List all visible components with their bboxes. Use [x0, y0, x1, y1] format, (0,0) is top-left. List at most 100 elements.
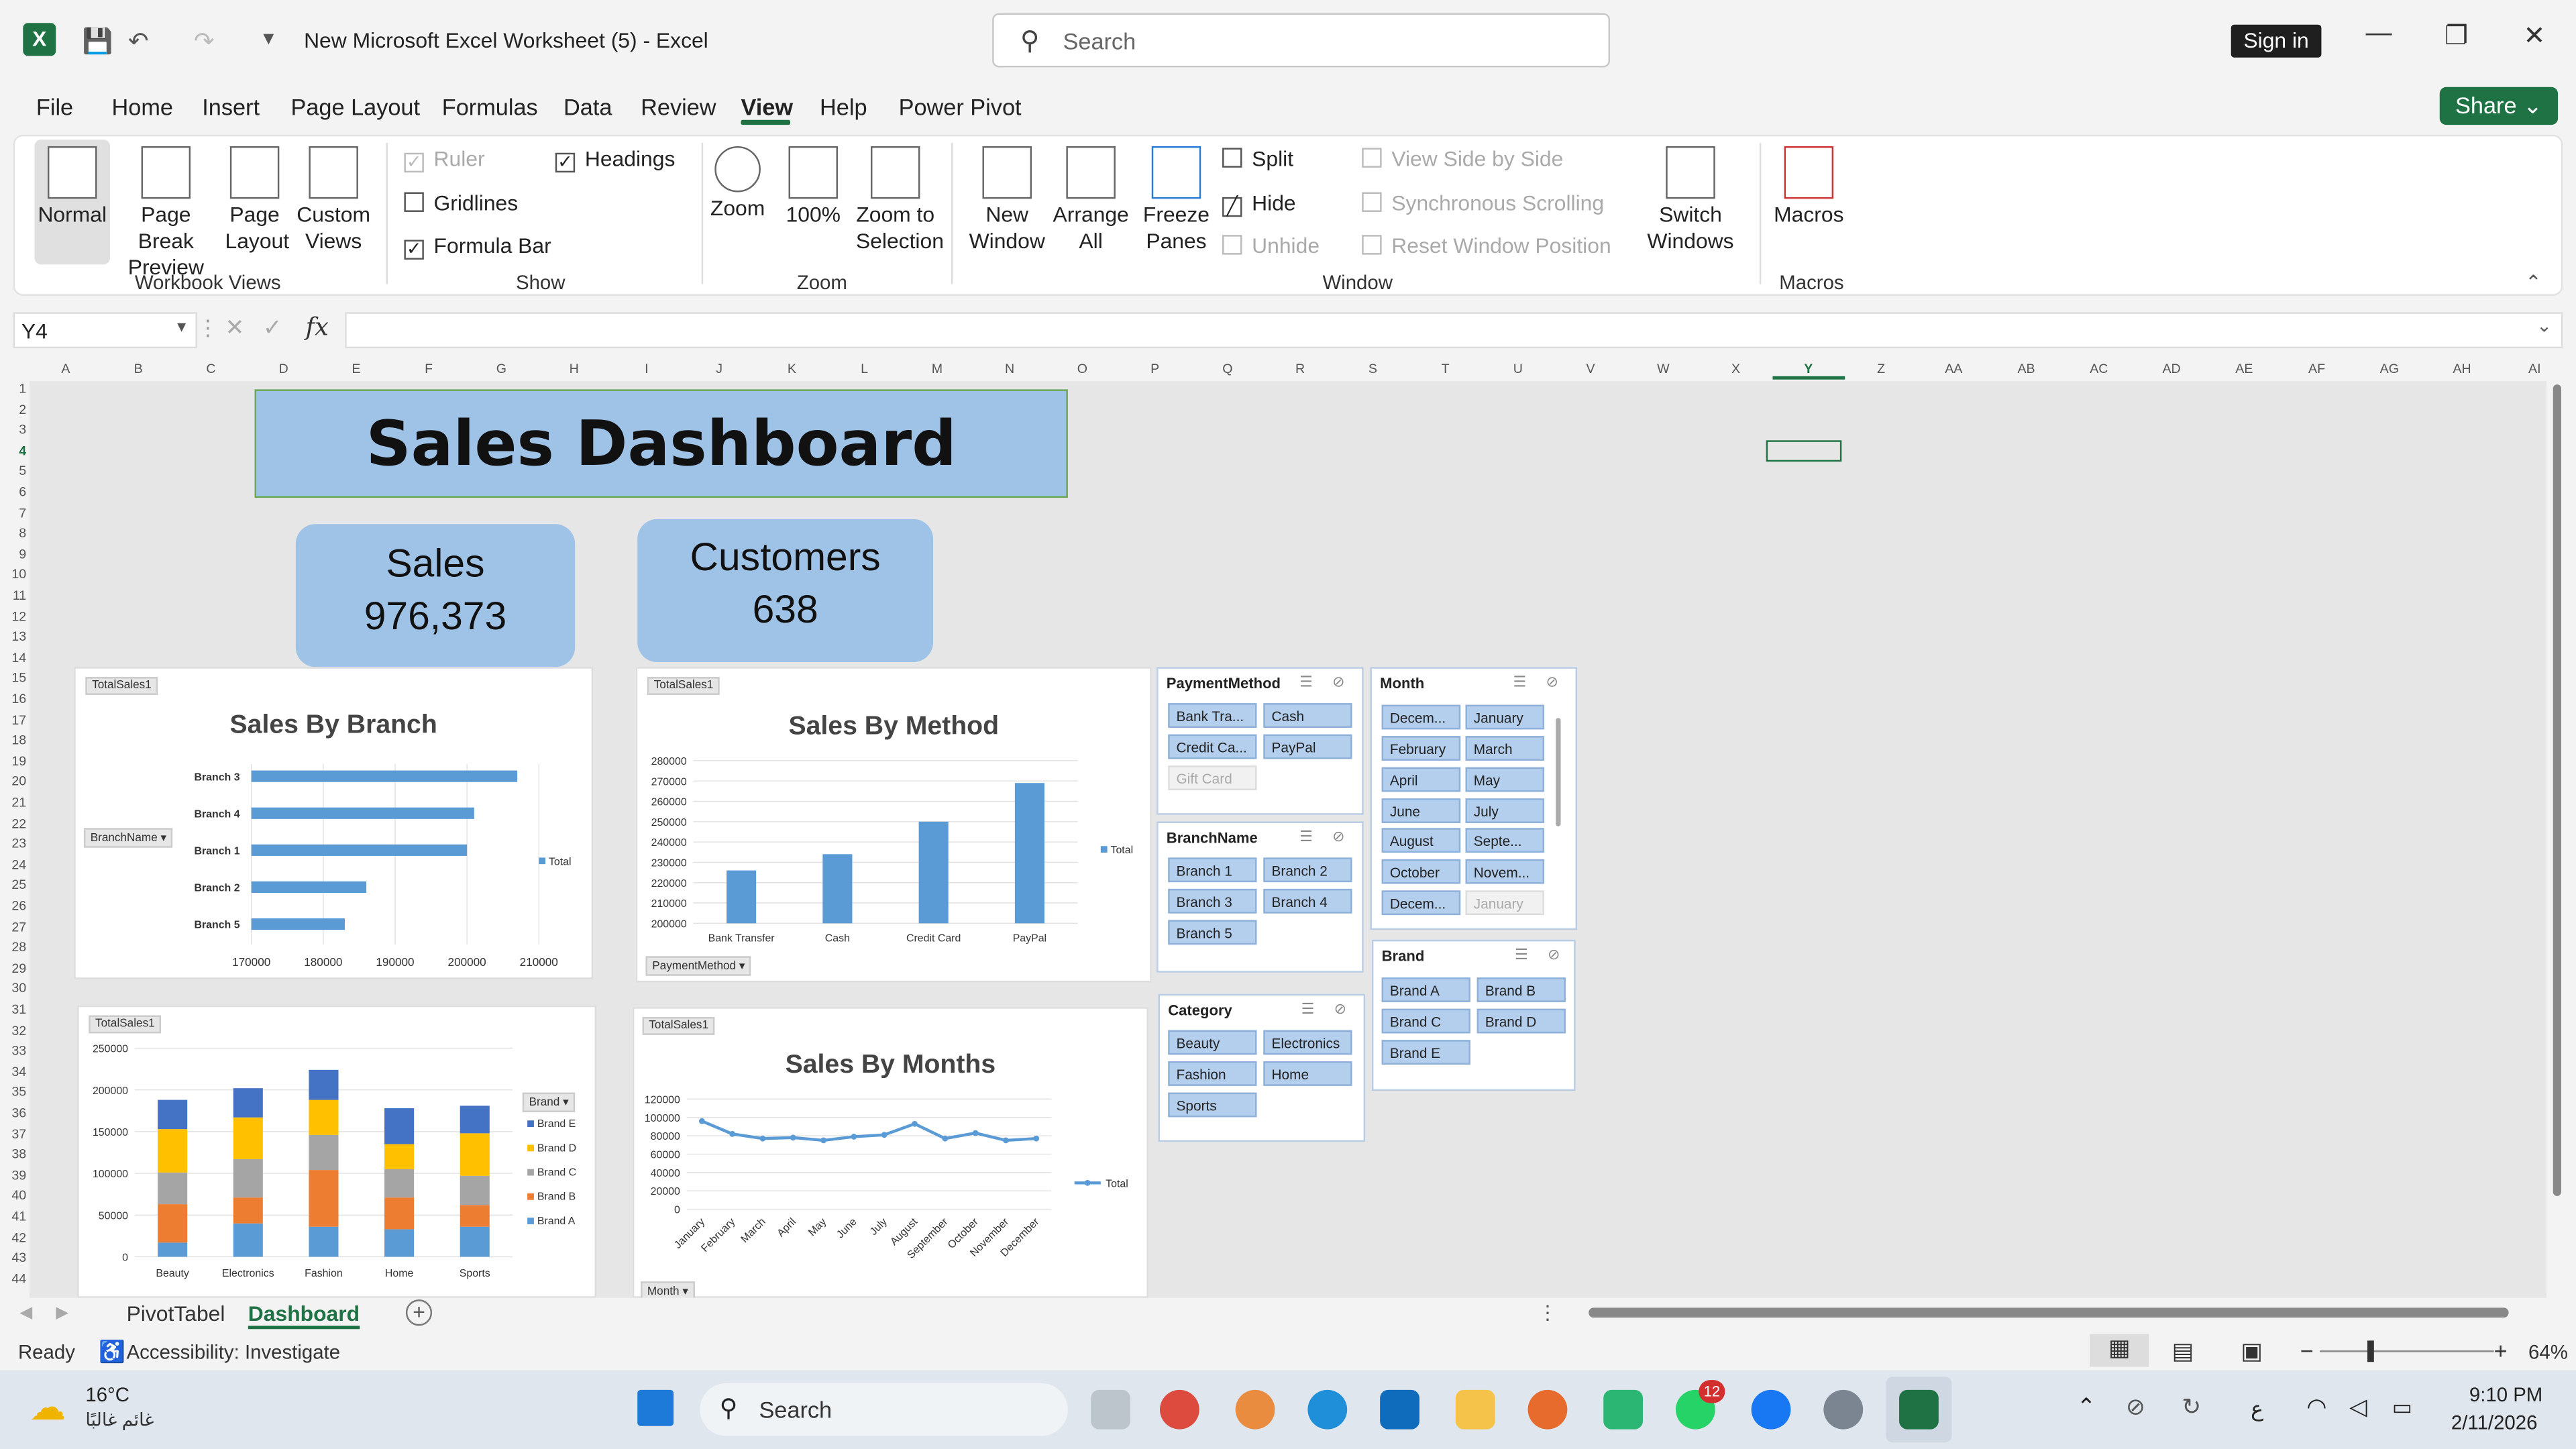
row-header[interactable]: 5 [3, 464, 26, 479]
page-break-preview-button[interactable]: Page Break Preview [113, 146, 219, 281]
slicer-month[interactable]: Month ☰ ⊘ Decem... January February Marc… [1370, 667, 1578, 930]
gridlines-checkbox[interactable]: Gridlines [404, 191, 518, 215]
row-header[interactable]: 19 [3, 754, 26, 769]
column-header[interactable]: T [1409, 362, 1482, 376]
row-header[interactable]: 23 [3, 837, 26, 851]
macros-button[interactable]: Macros [1770, 146, 1849, 228]
tab-power-pivot[interactable]: Power Pivot [899, 94, 1022, 120]
sales-by-branch-chart[interactable]: TotalSales1 Sales By Branch BranchName ▾… [74, 667, 594, 979]
column-header[interactable]: S [1336, 362, 1409, 376]
slicer-item[interactable]: Credit Ca... [1168, 734, 1257, 759]
row-header[interactable]: 39 [3, 1168, 26, 1183]
slicer-item[interactable]: Brand C [1381, 1008, 1470, 1034]
slicer-item[interactable]: Electronics [1263, 1030, 1352, 1055]
row-header[interactable]: 18 [3, 733, 26, 748]
column-header[interactable]: F [392, 362, 465, 376]
expand-formula-icon[interactable]: ⌄ [2536, 315, 2552, 337]
zoom-in-icon[interactable]: + [2494, 1337, 2508, 1363]
settings-icon[interactable] [1823, 1389, 1864, 1430]
row-header[interactable]: 28 [3, 940, 26, 955]
column-header[interactable]: Q [1191, 362, 1264, 376]
column-header[interactable]: D [248, 362, 320, 376]
row-header[interactable]: 31 [3, 1002, 26, 1017]
firefox-icon[interactable] [1527, 1389, 1568, 1430]
column-header[interactable]: V [1554, 362, 1627, 376]
tab-formulas[interactable]: Formulas [442, 94, 538, 120]
slicer-item[interactable]: June [1381, 798, 1461, 823]
tab-view[interactable]: View [741, 94, 793, 120]
formula-bar-checkbox[interactable]: ✓ Formula Bar [404, 233, 551, 260]
slicer-item[interactable]: Branch 2 [1263, 857, 1352, 883]
row-header[interactable]: 22 [3, 816, 26, 830]
page-break-status-icon[interactable]: ▣ [2241, 1337, 2262, 1365]
freeze-panes-button[interactable]: Freeze Panes [1135, 146, 1217, 255]
row-header[interactable]: 38 [3, 1147, 26, 1162]
column-header[interactable]: N [973, 362, 1046, 376]
split-button[interactable]: Split [1222, 146, 1293, 171]
row-header[interactable]: 7 [3, 505, 26, 520]
slicer-brand[interactable]: Brand ☰ ⊘ Brand A Brand B Brand C Brand … [1371, 939, 1576, 1091]
column-header[interactable]: E [320, 362, 392, 376]
row-header[interactable]: 33 [3, 1044, 26, 1059]
row-header[interactable]: 15 [3, 671, 26, 686]
row-header[interactable]: 10 [3, 568, 26, 582]
minimize-icon[interactable]: — [2366, 19, 2392, 49]
multi-select-icon[interactable]: ☰ [1301, 1000, 1315, 1018]
zoom-slider[interactable] [2319, 1350, 2494, 1352]
scroll-right-icon[interactable]: ▶ [56, 1305, 68, 1323]
slicer-item[interactable]: Sports [1168, 1092, 1257, 1118]
column-header[interactable]: AA [1917, 362, 1990, 376]
row-header[interactable]: 25 [3, 878, 26, 893]
row-header[interactable]: 11 [3, 588, 26, 603]
slicer-item[interactable]: Home [1263, 1061, 1352, 1086]
custom-views-button[interactable]: Custom Views [294, 146, 373, 255]
column-header[interactable]: C [175, 362, 248, 376]
tab-insert[interactable]: Insert [202, 94, 260, 120]
sales-by-method-chart[interactable]: TotalSales1 Sales By Method PaymentMetho… [635, 667, 1152, 983]
sales-by-category-brand-chart[interactable]: TotalSales1 Brand ▾ 0 50000 100000 150000 20… [77, 1005, 596, 1298]
task-view-icon[interactable] [1091, 1389, 1130, 1430]
insert-function-icon[interactable]: fx [306, 312, 329, 341]
row-header[interactable]: 43 [3, 1250, 26, 1265]
clear-filter-icon[interactable]: ⊘ [1548, 947, 1560, 965]
wifi-icon[interactable]: ◠ [2306, 1393, 2326, 1421]
column-header[interactable]: G [466, 362, 538, 376]
column-header[interactable]: AC [2063, 362, 2135, 376]
row-header[interactable]: 8 [3, 526, 26, 541]
column-header[interactable]: L [828, 362, 901, 376]
slicer-item[interactable]: PayPal [1263, 734, 1352, 759]
view-side-by-side-button[interactable]: View Side by Side [1362, 146, 1563, 171]
copilot-icon[interactable] [1235, 1389, 1275, 1430]
slicer-item[interactable]: Branch 1 [1168, 857, 1257, 883]
slicer-item[interactable]: Brand E [1381, 1040, 1470, 1065]
slicer-item[interactable]: August [1381, 828, 1461, 853]
unhide-button[interactable]: Unhide [1222, 233, 1320, 258]
slicer-item[interactable]: Fashion [1168, 1061, 1257, 1086]
headings-checkbox[interactable]: ✓ Headings [555, 146, 675, 173]
zoom-100-button[interactable]: 100% [780, 146, 846, 228]
row-header[interactable]: 30 [3, 981, 26, 996]
column-header[interactable]: I [610, 362, 683, 376]
redo-icon[interactable]: ↷ [194, 26, 215, 56]
scroll-left-icon[interactable]: ◀ [19, 1305, 32, 1323]
play-store-icon[interactable] [1603, 1389, 1643, 1430]
add-sheet-icon[interactable]: + [405, 1299, 433, 1326]
zoom-to-selection-button[interactable]: Zoom to Selection [856, 146, 944, 255]
normal-view-status-icon[interactable]: ▦ [2090, 1334, 2149, 1367]
row-header[interactable]: 17 [3, 712, 26, 727]
row-header[interactable]: 36 [3, 1106, 26, 1120]
clear-filter-icon[interactable]: ⊘ [1546, 674, 1558, 692]
slicer-item[interactable]: January [1465, 890, 1545, 916]
edge-icon[interactable] [1307, 1389, 1348, 1430]
selected-cell[interactable] [1766, 440, 1842, 462]
column-header[interactable]: AD [2135, 362, 2208, 376]
row-header[interactable]: 42 [3, 1230, 26, 1244]
column-header[interactable]: B [102, 362, 174, 376]
sheet-tab-pivottabel[interactable]: PivotTabel [127, 1301, 225, 1326]
slicer-item[interactable]: Decem... [1381, 890, 1461, 916]
enter-icon[interactable]: ✓ [263, 314, 282, 342]
slicer-item[interactable]: Decem... [1381, 704, 1461, 730]
new-window-button[interactable]: New Window [967, 146, 1046, 255]
column-header[interactable]: A [30, 362, 102, 376]
tab-file[interactable]: File [36, 94, 73, 120]
